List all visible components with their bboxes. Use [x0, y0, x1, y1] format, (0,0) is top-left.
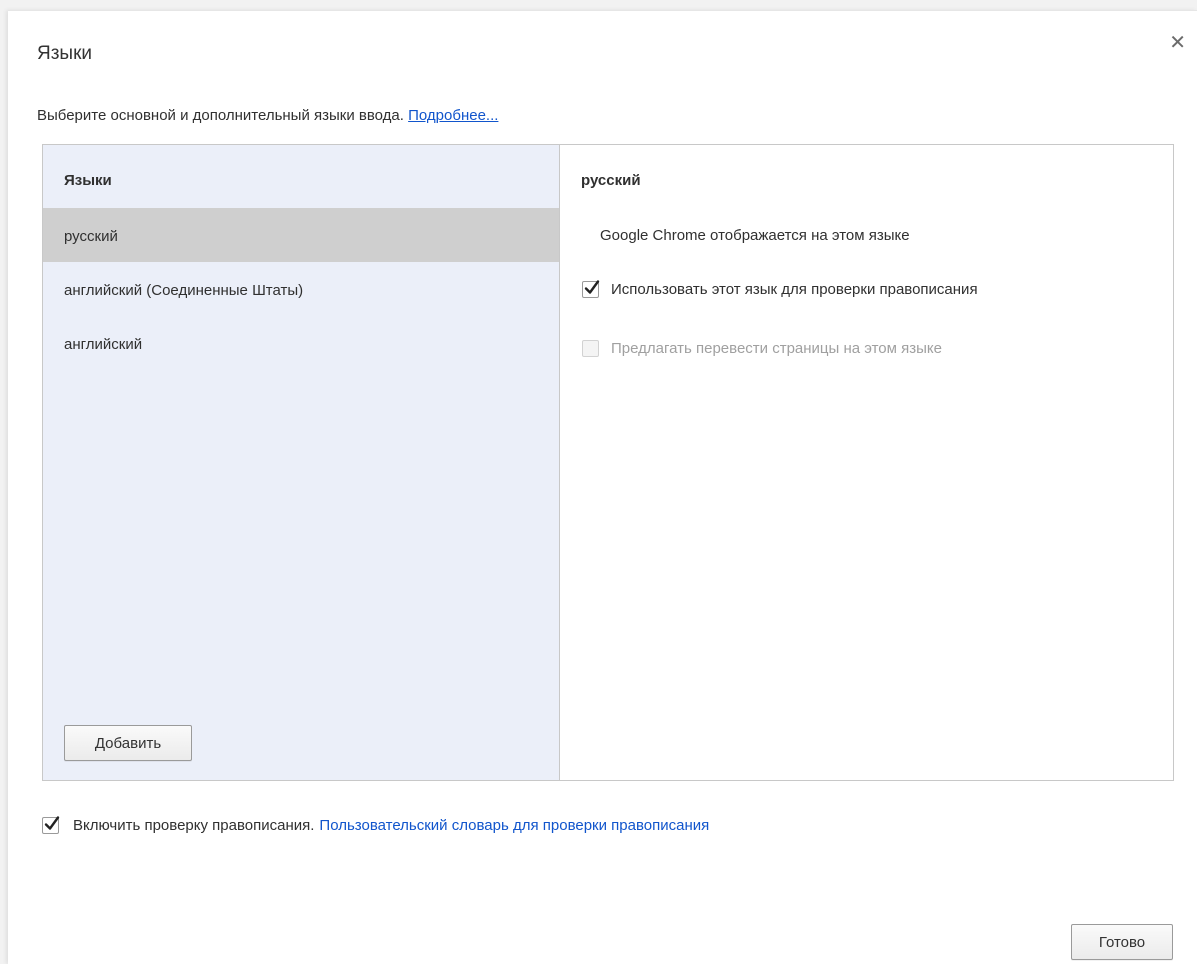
checkmark-icon	[584, 280, 600, 294]
translate-offer-option: Предлагать перевести страницы на этом яз…	[582, 340, 942, 357]
translate-offer-checkbox[interactable]	[582, 340, 599, 357]
selected-language-title: русский	[581, 172, 641, 189]
close-icon[interactable]: ✕	[1169, 33, 1186, 53]
enable-spellcheck-label: Включить проверку правописания.	[73, 817, 315, 834]
enable-spellcheck-checkbox[interactable]	[42, 816, 60, 834]
languages-panel: Языки русский английский (Соединенные Шт…	[42, 144, 1174, 781]
add-language-button[interactable]: Добавить	[64, 725, 192, 761]
language-list-header: Языки	[64, 172, 112, 189]
dialog-title: Языки	[37, 43, 93, 64]
enable-spellcheck-option: Включить проверку правописания. Пользова…	[42, 816, 709, 834]
language-list: русский английский (Соединенные Штаты) а…	[43, 208, 559, 370]
done-button[interactable]: Готово	[1071, 924, 1173, 960]
translate-offer-label: Предлагать перевести страницы на этом яз…	[611, 340, 942, 357]
intro-text: Выберите основной и дополнительный языки…	[37, 107, 404, 124]
spellcheck-language-checkbox[interactable]	[582, 280, 600, 298]
language-list-pane: Языки русский английский (Соединенные Шт…	[43, 145, 560, 780]
languages-dialog: Языки ✕ Выберите основной и дополнительн…	[8, 10, 1197, 964]
language-item-english-us[interactable]: английский (Соединенные Штаты)	[43, 262, 559, 316]
language-details-pane: русский Google Chrome отображается на эт…	[560, 145, 1173, 780]
learn-more-link[interactable]: Подробнее...	[408, 107, 498, 124]
language-item-russian[interactable]: русский	[43, 208, 559, 262]
spellcheck-language-option: Использовать этот язык для проверки прав…	[582, 280, 978, 298]
language-item-english[interactable]: английский	[43, 316, 559, 370]
display-language-note: Google Chrome отображается на этом языке	[600, 227, 910, 244]
intro-text-row: Выберите основной и дополнительный языки…	[37, 107, 498, 124]
custom-dictionary-link[interactable]: Пользовательский словарь для проверки пр…	[319, 817, 709, 834]
spellcheck-language-label: Использовать этот язык для проверки прав…	[611, 281, 978, 298]
checkmark-icon	[44, 816, 60, 830]
